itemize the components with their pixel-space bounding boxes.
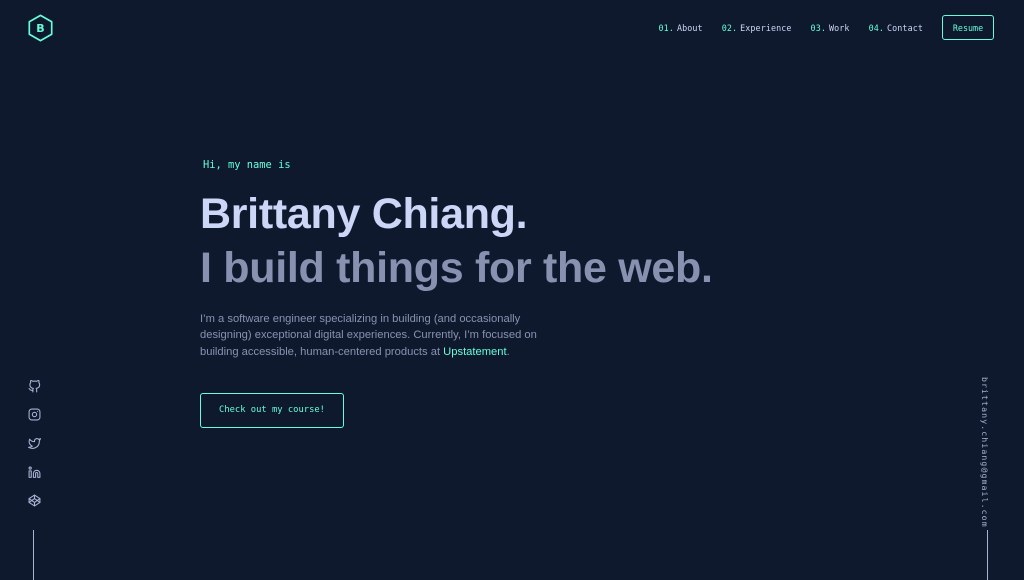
resume-button[interactable]: Resume — [942, 15, 994, 40]
hero-section: Hi, my name is Brittany Chiang. I build … — [200, 156, 713, 428]
nav-number: 04. — [868, 22, 884, 33]
hero-tagline: I build things for the web. — [200, 244, 713, 292]
instagram-icon — [28, 408, 40, 421]
hero-name: Brittany Chiang. — [200, 190, 528, 238]
social-links — [24, 378, 44, 521]
nav-item-experience[interactable]: 02. Experience — [722, 23, 792, 33]
linkedin-link[interactable] — [26, 464, 42, 480]
greeting: Hi, my name is — [203, 159, 291, 171]
nav-number: 03. — [810, 22, 826, 33]
left-divider-line — [33, 530, 34, 580]
top-nav: 01. About 02. Experience 03. Work 04. Contac… — [659, 15, 994, 40]
nav-number: 02. — [721, 22, 738, 33]
logo-letter: B — [36, 21, 45, 35]
github-link[interactable] — [26, 378, 42, 394]
instagram-link[interactable] — [26, 407, 42, 423]
twitter-link[interactable] — [26, 435, 42, 451]
right-divider-line — [987, 530, 988, 580]
nav-label: About — [676, 22, 703, 33]
codepen-link[interactable] — [26, 493, 42, 509]
nav-item-about[interactable]: 01. About — [659, 23, 703, 33]
nav-label: Experience — [740, 22, 792, 33]
email-link[interactable]: brittany.chiang@gmail.com — [980, 377, 990, 528]
course-button[interactable]: Check out my course! — [200, 392, 344, 428]
codepen-icon — [28, 494, 40, 507]
nav-number: 01. — [658, 22, 674, 33]
logo[interactable]: B — [27, 14, 54, 42]
nav-label: Work — [828, 22, 850, 33]
linkedin-icon — [28, 466, 40, 478]
bio-end: . — [506, 345, 510, 358]
nav-label: Contact — [887, 22, 923, 33]
hero-bio: I’m a software engineer specializing in … — [200, 311, 560, 360]
github-icon — [28, 379, 40, 392]
nav-item-contact[interactable]: 04. Contact — [869, 23, 923, 33]
twitter-icon — [27, 437, 41, 449]
upstatement-link[interactable]: Upstatement — [443, 346, 506, 358]
nav-item-work[interactable]: 03. Work — [811, 23, 850, 33]
